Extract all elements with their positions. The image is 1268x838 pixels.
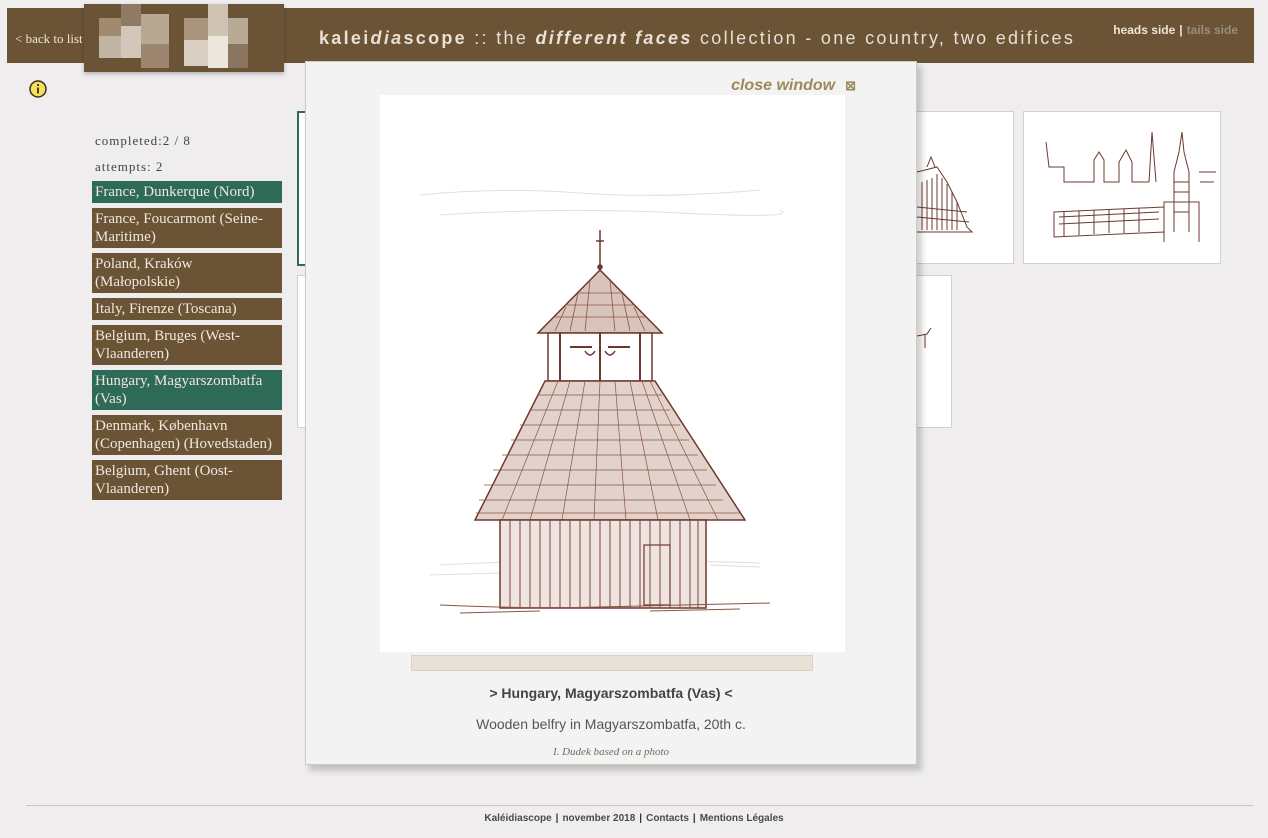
title-different-faces: different faces xyxy=(535,28,693,48)
close-window-button[interactable]: close window ⊠ xyxy=(731,77,856,95)
side-separator: | xyxy=(1179,23,1183,37)
back-to-list-link[interactable]: < back to list xyxy=(15,31,83,47)
title-the: :: the xyxy=(467,28,536,48)
cathedral-sketch-thumbnail xyxy=(917,155,974,233)
footer-legal-link[interactable]: Mentions Légales xyxy=(700,813,784,824)
title-collection: collection - one country, two edifices xyxy=(692,28,1076,48)
location-item[interactable]: Hungary, Magyarszombatfa (Vas) xyxy=(92,370,282,410)
completed-count: completed:2 / 8 xyxy=(95,133,191,148)
footer-separator: | xyxy=(692,813,696,824)
attempts-count: attempts: 2 xyxy=(95,159,164,174)
footer-separator: | xyxy=(639,813,643,824)
thumbnail-card[interactable] xyxy=(916,111,1014,264)
title-scope: scope xyxy=(403,28,467,48)
location-item[interactable]: France, Foucarmont (Seine-Maritime) xyxy=(92,208,282,248)
side-switch: heads side | tails side xyxy=(1113,23,1238,37)
caption-bar xyxy=(411,655,813,671)
location-list: France, Dunkerque (Nord) France, Foucarm… xyxy=(92,181,282,505)
title-dia: dia xyxy=(370,28,404,48)
location-item[interactable]: Italy, Firenze (Toscana) xyxy=(92,298,282,320)
location-item[interactable]: Poland, Kraków (Małopolskie) xyxy=(92,253,282,293)
info-icon[interactable] xyxy=(29,80,47,98)
location-item[interactable]: Denmark, København (Copenhagen) (Hovedst… xyxy=(92,415,282,455)
location-item[interactable]: France, Dunkerque (Nord) xyxy=(92,181,282,203)
footer-site-name: Kaléidiascope xyxy=(484,813,552,824)
pixelated-logo[interactable] xyxy=(84,4,284,72)
belfry-image xyxy=(380,95,845,652)
footer-divider xyxy=(26,805,1253,806)
title-kalei: kalei xyxy=(319,28,371,48)
footer-contacts-link[interactable]: Contacts xyxy=(646,813,689,824)
town-hall-sketch-thumbnail xyxy=(1045,131,1216,242)
close-window-label: close window xyxy=(731,77,836,94)
location-item[interactable]: Belgium, Bruges (West-Vlaanderen) xyxy=(92,325,282,365)
location-item[interactable]: Belgium, Ghent (Oost-Vlaanderen) xyxy=(92,460,282,500)
tails-side-link[interactable]: tails side xyxy=(1187,23,1238,37)
footer-separator: | xyxy=(555,813,559,824)
image-credit: I. Dudek based on a photo xyxy=(552,746,670,758)
close-icon: ⊠ xyxy=(845,78,856,93)
modal-location-title: > Hungary, Magyarszombatfa (Vas) < xyxy=(489,685,733,701)
sketch-thumbnail-partial xyxy=(917,327,932,348)
wooden-belfry-sketch xyxy=(419,189,784,614)
heads-side-link[interactable]: heads side xyxy=(1113,23,1175,37)
site-title: kaleidiascope :: the different faces col… xyxy=(319,28,1075,49)
footer-date: november 2018 xyxy=(562,813,636,824)
footer: Kaléidiascope | november 2018 | Contacts | Men… xyxy=(0,813,1268,824)
modal-description: Wooden belfry in Magyarszombatfa, 20th c… xyxy=(476,716,746,732)
thumbnail-card[interactable] xyxy=(1023,111,1221,264)
image-modal: close window ⊠ > Hungary, Magyarszombatf… xyxy=(305,61,917,765)
